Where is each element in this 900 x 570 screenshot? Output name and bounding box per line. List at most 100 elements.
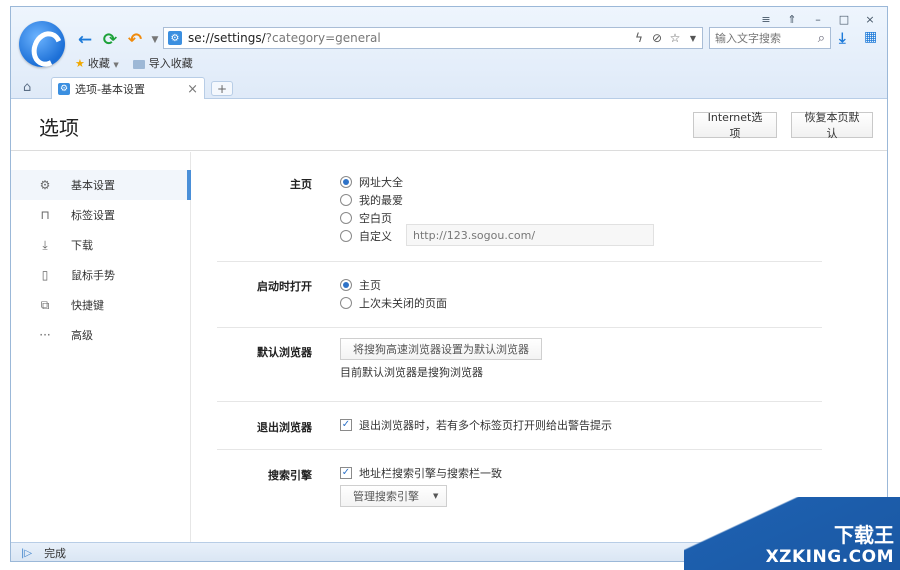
arrow-left-icon[interactable]: ←	[75, 30, 95, 50]
settings-content: 主页 网址大全 我的最爱 空白页 自定义 http://123.sogou.co…	[192, 152, 887, 542]
star-icon[interactable]: ☆	[666, 31, 684, 45]
startup-option-home[interactable]: 主页	[340, 276, 447, 294]
checkbox[interactable]: ✓	[340, 467, 352, 479]
section-label: 退出浏览器	[257, 421, 312, 434]
page-header: 选项 Internet选项 恢复本页默认	[11, 99, 887, 151]
browser-chrome: ≡ ⇑ – □ × ← ⟳ ↶ ▼ ⚙ se://settings/?categ…	[11, 7, 887, 100]
button-label: 管理搜索引擎	[353, 490, 419, 503]
option-label: 我的最爱	[359, 194, 403, 207]
set-default-browser-button[interactable]: 将搜狗高速浏览器设置为默认浏览器	[340, 338, 542, 360]
tab-title: 选项-基本设置	[75, 83, 145, 96]
startup-option-restore[interactable]: 上次未关闭的页面	[340, 294, 447, 312]
close-window-button[interactable]: ×	[859, 11, 881, 27]
section-homepage: 主页 网址大全 我的最爱 空白页 自定义 http://123.sogou.co…	[217, 164, 822, 262]
url-query: ?category=general	[265, 31, 381, 45]
close-icon[interactable]: ×	[187, 82, 198, 97]
window-controls: ≡ ⇑ – □ ×	[755, 11, 881, 27]
sidebar-item-shortcuts[interactable]: ⧉ 快捷键	[11, 290, 190, 320]
search-icon[interactable]: ⌕	[818, 31, 825, 46]
settings-page-icon: ⚙	[168, 31, 182, 45]
homepage-options: 网址大全 我的最爱 空白页 自定义 http://123.sogou.com/	[340, 173, 654, 246]
section-label: 搜索引擎	[268, 469, 312, 482]
home-icon[interactable]: ⌂	[23, 80, 31, 95]
tab-icon: ⊓	[40, 208, 50, 222]
url-prefix: se://settings/	[188, 31, 266, 45]
address-url[interactable]: se://settings/?category=general	[188, 31, 630, 45]
refresh-icon[interactable]: ⟳	[100, 30, 120, 50]
custom-homepage-input[interactable]: http://123.sogou.com/	[406, 224, 654, 246]
skin-icon[interactable]: ⇑	[781, 11, 803, 27]
favorites-bar: ★ 收藏 ▼ 导入收藏	[75, 55, 193, 71]
search-engine-sync-option[interactable]: ✓ 地址栏搜索引擎与搜索栏一致	[340, 464, 502, 482]
maximize-button[interactable]: □	[833, 11, 855, 27]
sidebar-item-general[interactable]: ⚙ 基本设置	[11, 170, 191, 200]
homepage-option-nav[interactable]: 网址大全	[340, 173, 403, 191]
internet-options-button[interactable]: Internet选项	[693, 111, 777, 140]
status-text: 完成	[44, 547, 67, 560]
radio-button[interactable]	[340, 279, 352, 291]
import-label: 导入收藏	[148, 57, 193, 70]
lightning-icon[interactable]: ϟ	[630, 31, 648, 45]
sidebar-item-label: 标签设置	[71, 209, 115, 222]
exit-warning-option[interactable]: ✓ 退出浏览器时，若有多个标签页打开则给出警告提示	[340, 416, 612, 434]
menu-icon[interactable]: ≡	[755, 11, 777, 27]
sidebar-item-label: 基本设置	[71, 179, 115, 192]
radio-button[interactable]	[340, 194, 352, 206]
homepage-option-favorites[interactable]: 我的最爱	[340, 191, 403, 209]
tab-settings[interactable]: ⚙ 选项-基本设置 ×	[51, 77, 205, 100]
section-startup: 启动时打开 主页 上次未关闭的页面	[217, 262, 822, 328]
download-icon[interactable]: ⤓	[839, 29, 846, 47]
option-label: 地址栏搜索引擎与搜索栏一致	[359, 467, 502, 480]
sidebar-item-mouse-gestures[interactable]: ▯ 鼠标手势	[11, 260, 190, 290]
sidebar-item-advanced[interactable]: ··· 高级	[11, 320, 190, 350]
shortcut-icon: ⧉	[40, 297, 50, 312]
shield-icon[interactable]: ⊘	[648, 31, 666, 45]
mouse-icon: ▯	[41, 268, 49, 282]
sidebar-item-label: 快捷键	[71, 299, 104, 312]
chevron-down-icon[interactable]: ▼	[684, 34, 702, 43]
tab-bar: ⌂ ⚙ 选项-基本设置 × +	[11, 77, 887, 100]
search-box[interactable]: ⌕	[709, 27, 831, 49]
minimize-button[interactable]: –	[807, 11, 829, 27]
option-label: 网址大全	[359, 176, 403, 189]
download-icon: ⤓	[42, 237, 48, 252]
favorites-menu[interactable]: ★ 收藏 ▼	[75, 55, 119, 71]
more-icon: ···	[39, 328, 51, 342]
undo-icon[interactable]: ↶	[125, 30, 145, 50]
sidebar-toggle-icon[interactable]: |▷	[21, 548, 32, 559]
sidebar-item-label: 高级	[71, 329, 93, 342]
radio-button[interactable]	[340, 230, 352, 242]
radio-button[interactable]	[340, 212, 352, 224]
manage-search-engines-button[interactable]: 管理搜索引擎 ▼	[340, 485, 448, 507]
default-browser-note: 目前默认浏览器是搜狗浏览器	[340, 366, 483, 379]
radio-button[interactable]	[340, 297, 352, 309]
startup-options: 主页 上次未关闭的页面	[340, 276, 447, 312]
option-label: 自定义	[359, 230, 392, 243]
radio-button[interactable]	[340, 176, 352, 188]
sogou-logo-icon[interactable]	[19, 21, 65, 67]
new-tab-button[interactable]: +	[211, 81, 233, 96]
reset-defaults-button[interactable]: 恢复本页默认	[791, 111, 873, 140]
section-exit: 退出浏览器 ✓ 退出浏览器时，若有多个标签页打开则给出警告提示	[217, 402, 822, 450]
homepage-option-blank[interactable]: 空白页	[340, 209, 403, 227]
search-input[interactable]	[715, 31, 818, 45]
star-icon: ★	[75, 57, 85, 70]
section-label: 默认浏览器	[257, 346, 312, 359]
watermark-url: XZKING.COM	[765, 547, 894, 567]
option-label: 退出浏览器时，若有多个标签页打开则给出警告提示	[359, 419, 612, 432]
chevron-down-icon[interactable]: ▼	[150, 35, 160, 45]
sidebar-item-tabs[interactable]: ⊓ 标签设置	[11, 200, 190, 230]
address-bar[interactable]: ⚙ se://settings/?category=general ϟ ⊘ ☆ …	[163, 27, 703, 49]
settings-sidebar: ⚙ 基本设置 ⊓ 标签设置 ⤓ 下载 ▯ 鼠标手势 ⧉ 快捷键 ··· 高级	[11, 152, 191, 542]
folder-icon	[132, 59, 145, 69]
settings-page-icon: ⚙	[58, 83, 70, 95]
sidebar-item-label: 下载	[71, 239, 93, 252]
import-favorites[interactable]: 导入收藏	[132, 55, 193, 71]
checkbox[interactable]: ✓	[340, 419, 352, 431]
apps-grid-icon[interactable]: ▦	[864, 29, 877, 45]
option-label: 主页	[359, 279, 381, 292]
exit-options: ✓ 退出浏览器时，若有多个标签页打开则给出警告提示	[340, 416, 612, 434]
sidebar-item-download[interactable]: ⤓ 下载	[11, 230, 190, 260]
homepage-option-custom[interactable]: 自定义 http://123.sogou.com/	[340, 224, 654, 246]
default-browser-controls: 将搜狗高速浏览器设置为默认浏览器 目前默认浏览器是搜狗浏览器	[340, 338, 542, 380]
